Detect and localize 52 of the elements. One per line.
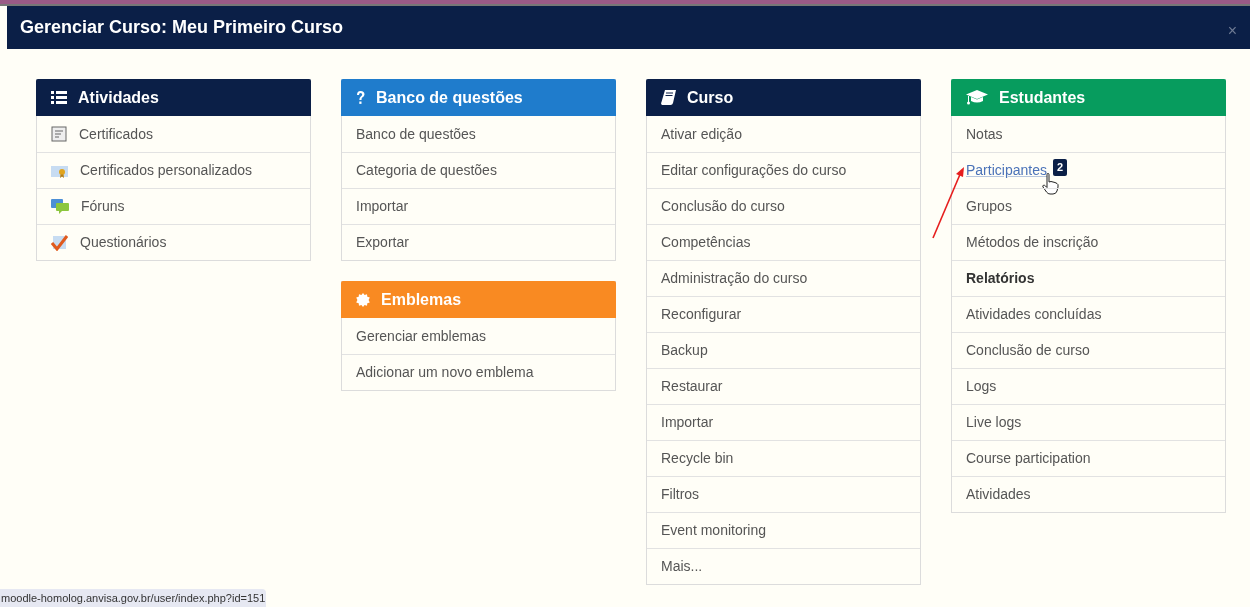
menu-link[interactable]: Conclusão de curso xyxy=(966,340,1090,361)
menu-link[interactable]: Atividades xyxy=(966,484,1031,505)
menu-link[interactable]: Recycle bin xyxy=(661,448,734,469)
menu-link[interactable]: Atividades concluídas xyxy=(966,304,1102,325)
certificate-icon xyxy=(51,126,67,142)
question-icon xyxy=(356,90,365,105)
status-bar: moodle-homolog.anvisa.gov.br/user/index.php?id=151 xyxy=(0,588,267,607)
menu-link[interactable]: Gerenciar emblemas xyxy=(356,325,486,347)
menu-link[interactable]: Exportar xyxy=(356,232,409,253)
count-badge: 2 xyxy=(1052,159,1068,176)
menu-link[interactable]: Administração do curso xyxy=(661,268,808,289)
menu-link[interactable]: Restaurar xyxy=(661,376,723,397)
menu-link[interactable]: Event monitoring xyxy=(661,520,767,541)
menu-link[interactable]: Adicionar um novo emblema xyxy=(356,362,534,383)
badge-icon xyxy=(356,292,370,307)
menu-link[interactable]: Grupos xyxy=(966,196,1012,217)
menu-link[interactable]: Competências xyxy=(661,232,751,253)
menu-link[interactable]: Ativar edição xyxy=(661,123,742,145)
menu-link[interactable]: Editar configurações do curso xyxy=(661,160,847,181)
menu-link[interactable]: Logs xyxy=(966,376,997,397)
card-title: Estudantes xyxy=(999,87,1086,108)
menu-link[interactable]: Banco de questões xyxy=(356,123,476,145)
checkmark-icon xyxy=(51,234,68,251)
card-title: Atividades xyxy=(78,87,159,108)
menu-link[interactable]: Course participation xyxy=(966,448,1091,469)
list-icon xyxy=(51,91,67,104)
award-icon xyxy=(51,163,68,178)
menu-link[interactable]: Categoria de questões xyxy=(356,160,497,181)
menu-link[interactable]: Live logs xyxy=(966,412,1022,433)
menu-link[interactable]: Importar xyxy=(661,412,714,433)
menu-link[interactable]: Fóruns xyxy=(81,196,125,217)
book-icon xyxy=(661,90,676,105)
graduation-cap-icon xyxy=(966,90,988,105)
menu-link[interactable]: Mais... xyxy=(661,556,703,577)
menu-link[interactable]: Reconfigurar xyxy=(661,304,742,325)
menu-link[interactable]: Backup xyxy=(661,340,708,361)
chat-bubbles-icon xyxy=(51,199,69,214)
card-title: Curso xyxy=(687,87,734,108)
menu-link[interactable]: Notas xyxy=(966,123,1003,145)
menu-link[interactable]: Certificados xyxy=(79,123,153,145)
menu-link[interactable]: Conclusão do curso xyxy=(661,196,785,217)
menu-link[interactable]: Importar xyxy=(356,196,409,217)
close-button[interactable]: × xyxy=(1227,22,1237,39)
menu-link[interactable]: Filtros xyxy=(661,484,700,505)
menu-link[interactable]: Participantes xyxy=(966,160,1047,181)
menu-link[interactable]: Certificados personalizados xyxy=(80,160,252,181)
section-heading: Relatórios xyxy=(966,269,1035,288)
card-title: Banco de questões xyxy=(376,87,523,108)
card-title: Emblemas xyxy=(381,289,462,310)
menu-link[interactable]: Métodos de inscrição xyxy=(966,232,1099,253)
modal-title: Gerenciar Curso: Meu Primeiro Curso xyxy=(20,16,344,39)
menu-link[interactable]: Questionários xyxy=(80,232,167,253)
